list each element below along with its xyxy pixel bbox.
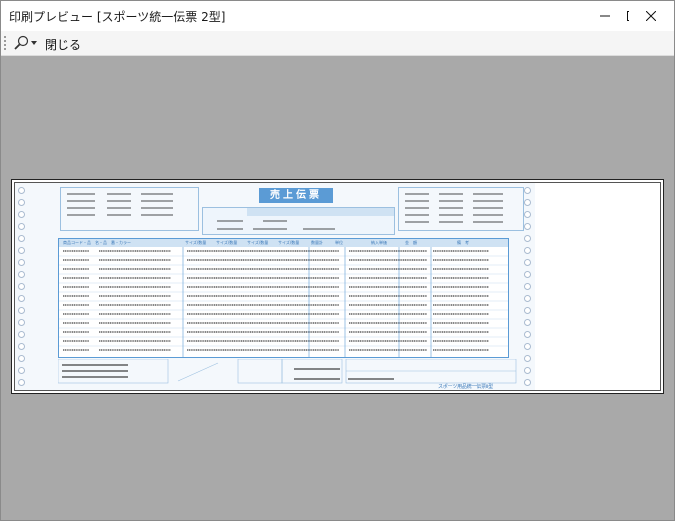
column-header: サイズ/数量 [278, 240, 300, 245]
slip-subheader [202, 207, 395, 235]
column-header: サイズ/数量 [247, 240, 269, 245]
magnifier-icon [14, 35, 29, 50]
footer-form-name: スポーツ用品統一伝票Ⅱ型 [438, 384, 493, 390]
line-item-rows [59, 247, 508, 357]
preview-viewport[interactable]: 売上伝票 商品コード・品 名・品 番・カラー サイズ/数量 サイズ/数量 サイズ… [1, 56, 674, 520]
toolbar: 閉じる [1, 31, 674, 56]
left-feed-holes [17, 187, 25, 387]
toolbar-grip-icon[interactable] [4, 36, 8, 50]
right-feed-holes [523, 187, 531, 387]
preview-page: 売上伝票 商品コード・品 名・品 番・カラー サイズ/数量 サイズ/数量 サイズ… [11, 179, 664, 394]
slip-line-items [58, 247, 509, 358]
column-header: サイズ/数量 [185, 240, 207, 245]
sales-slip-image: 売上伝票 商品コード・品 名・品 番・カラー サイズ/数量 サイズ/数量 サイズ… [15, 183, 535, 390]
left-address-lines [67, 193, 173, 216]
right-address-block [398, 187, 524, 231]
subheader-lines [217, 208, 394, 230]
window-title: 印刷プレビュー [スポーツ統一伝票 2型] [9, 10, 226, 24]
close-preview-button[interactable]: 閉じる [45, 36, 81, 53]
column-header: 単位 [335, 240, 343, 245]
title-bar: 印刷プレビュー [スポーツ統一伝票 2型] [1, 1, 674, 31]
page-content: 売上伝票 商品コード・品 名・品 番・カラー サイズ/数量 サイズ/数量 サイズ… [14, 182, 661, 391]
left-address-block [60, 187, 199, 231]
zoom-dropdown-button[interactable] [13, 34, 39, 52]
print-preview-window: 印刷プレビュー [スポーツ統一伝票 2型] 閉じる 売上伝票 商品コード・品 名… [0, 0, 675, 521]
right-address-lines [405, 193, 503, 223]
close-window-button[interactable] [628, 1, 674, 31]
column-header: 備 考 [457, 240, 469, 245]
column-header: 金 額 [405, 240, 417, 245]
column-header: サイズ/数量 [216, 240, 238, 245]
close-icon [646, 11, 656, 21]
column-header: 数量計 [311, 240, 323, 245]
maximize-area [583, 1, 629, 31]
column-header: 商品コード・品 名・品 番・カラー [63, 240, 131, 245]
slip-footer: スポーツ用品統一伝票Ⅱ型 [57, 358, 528, 390]
column-header: 納入単価 [371, 240, 387, 245]
chevron-down-icon [31, 41, 37, 45]
slip-title: 売上伝票 [259, 188, 333, 203]
